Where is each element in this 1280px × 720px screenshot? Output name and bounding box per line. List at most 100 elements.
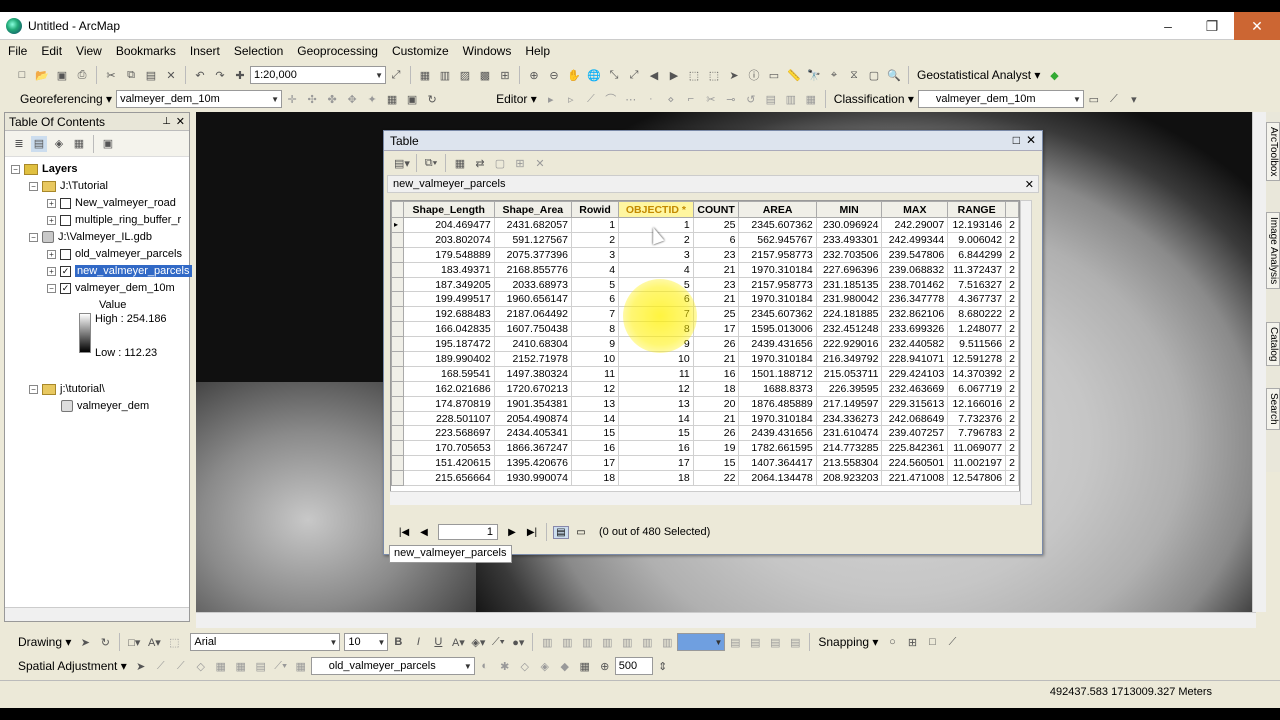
table-cell[interactable]: 4 [618, 261, 694, 278]
table-cell[interactable]: 11 [618, 365, 694, 382]
table-cell[interactable]: 231.610474 [815, 425, 883, 442]
table-cell[interactable]: 233.699326 [881, 321, 949, 338]
align-icon-3[interactable]: ▥ [579, 634, 595, 650]
table-cell[interactable]: 23 [692, 246, 740, 263]
magnifier-icon[interactable]: 🔍 [886, 67, 902, 83]
toc-options-icon[interactable]: ▣ [100, 136, 116, 152]
table-cell[interactable]: 179.548889 [402, 246, 495, 263]
cut-polygons-icon[interactable]: ✂ [703, 91, 719, 107]
table-cell[interactable]: 21 [692, 351, 740, 367]
restore-button[interactable]: ❐ [1190, 12, 1234, 40]
text-icon[interactable]: A▾ [146, 634, 162, 650]
catalog-icon[interactable]: ▥ [437, 67, 453, 83]
table-cell[interactable]: 232.451248 [815, 321, 883, 338]
collapse-icon[interactable]: − [29, 232, 38, 242]
column-header-area[interactable]: AREA [738, 201, 817, 218]
table-cell[interactable]: 12.591278 [947, 351, 1007, 367]
menu-insert[interactable]: Insert [190, 44, 220, 58]
font-color-icon[interactable]: A▾ [450, 634, 466, 650]
table-cell[interactable]: 7 [618, 306, 694, 323]
fill-color-icon[interactable]: ◈▾ [470, 634, 486, 650]
table-cell[interactable]: 229.424103 [881, 365, 949, 382]
table-cell[interactable]: 6.067719 [947, 380, 1007, 397]
table-cell[interactable]: 1 [570, 217, 620, 233]
table-row[interactable]: 195.187472 2410.68304 9 9 26 2439.431656 222.9… [391, 336, 1019, 353]
table-cell[interactable]: 12.193146 [947, 217, 1007, 233]
table-cell[interactable]: 2431.682057 [493, 217, 572, 233]
table-cell[interactable]: 2345.607362 [738, 217, 817, 233]
table-row[interactable]: 162.021686 1720.670213 12 12 18 1688.8373 226.… [391, 380, 1019, 397]
toc-layers-row[interactable]: − Layers [11, 161, 77, 177]
table-cell[interactable]: 228.501107 [402, 410, 495, 427]
georef-tool-icon-4[interactable]: ✥ [344, 91, 360, 107]
table-cell[interactable]: 162.021686 [402, 380, 495, 397]
map-scale-combo[interactable]: 1:20,000 ▼ [250, 66, 386, 84]
underline-icon[interactable]: U [430, 634, 446, 650]
tolerance-field[interactable]: 500 [614, 657, 653, 675]
menu-bookmarks[interactable]: Bookmarks [116, 44, 176, 58]
table-cell[interactable]: 16 [618, 440, 694, 457]
tolerance-spinner-icon[interactable]: ⇕ [655, 658, 671, 674]
identify-icon[interactable]: ⓘ [746, 67, 762, 83]
row-selector[interactable] [391, 440, 404, 457]
rotate-icon[interactable]: ↻ [424, 91, 440, 107]
minimize-button[interactable]: – [1146, 12, 1190, 40]
table-cell[interactable]: 1901.354381 [493, 395, 572, 412]
table-cell[interactable]: 2410.68304 [493, 336, 572, 353]
table-cell[interactable]: 3 [618, 246, 694, 263]
toc-tutorial-folder-row[interactable]: − J:\Tutorial [29, 178, 108, 194]
row-selector[interactable] [391, 276, 404, 293]
attribute-transfer-icon[interactable]: ▦ [293, 658, 309, 674]
table-cell[interactable]: 168.59541 [402, 365, 495, 382]
georef-tool-icon-5[interactable]: ✦ [364, 91, 380, 107]
table-cell[interactable]: 17 [570, 455, 620, 472]
toc-gdb-row[interactable]: − J:\Valmeyer_IL.gdb [29, 229, 152, 245]
edge-snapping-icon[interactable]: ⟋ [944, 634, 960, 650]
toc-ring-buffer-row[interactable]: + multiple_ring_buffer_r [47, 212, 181, 228]
table-row[interactable]: 166.042835 1607.750438 8 8 17 1595.013006 232.… [391, 321, 1019, 338]
related-tables-icon[interactable]: ⧉▾ [423, 155, 439, 171]
column-header-range[interactable]: RANGE [947, 201, 1007, 218]
new-icon[interactable]: □ [14, 67, 30, 83]
table-cell[interactable]: 1970.310184 [738, 291, 817, 308]
arctoolbox-tab[interactable]: ArcToolbox [1266, 122, 1280, 182]
table-cell[interactable]: 2157.958773 [738, 276, 817, 293]
table-cell[interactable]: 2345.607362 [738, 306, 817, 323]
split-icon[interactable]: ⊸ [723, 91, 739, 107]
table-cell[interactable]: 215.053711 [815, 365, 883, 382]
table-cell[interactable]: 1501.188712 [738, 365, 817, 382]
table-cell[interactable]: 20 [692, 395, 740, 412]
table-cell[interactable]: 15 [618, 425, 694, 442]
end-point-arc-icon[interactable]: ⌒ [603, 91, 619, 107]
add-data-icon[interactable]: ✚ [232, 67, 248, 83]
edit-annotation-icon[interactable]: ▹ [563, 91, 579, 107]
table-cell[interactable]: 2064.134478 [738, 470, 817, 487]
toc-new-road-row[interactable]: + New_valmeyer_road [47, 195, 176, 211]
add-control-points-icon[interactable]: ✛ [284, 91, 300, 107]
pin-icon[interactable]: ⊥ [162, 116, 171, 127]
table-cell[interactable]: 14.370392 [947, 365, 1007, 382]
row-selector[interactable] [391, 246, 404, 263]
table-cell[interactable]: 236.347778 [881, 291, 949, 308]
align-icon-2[interactable]: ▥ [559, 634, 575, 650]
row-selector[interactable] [391, 395, 404, 412]
menu-windows[interactable]: Windows [463, 44, 512, 58]
spatial-layer-combo[interactable]: old_valmeyer_parcels ▼ [310, 657, 475, 675]
table-cell[interactable]: 230.096924 [815, 217, 883, 233]
table-cell[interactable]: 233.493301 [815, 231, 883, 248]
classification-tool-icon-3[interactable]: ▾ [1126, 91, 1142, 107]
map-vertical-scrollbar[interactable] [1252, 112, 1266, 612]
column-header-objectid[interactable]: OBJECTID * [618, 201, 694, 218]
table-row[interactable]: 215.656664 1930.990074 18 18 22 2064.134478 20… [391, 470, 1019, 487]
align-icon-1[interactable]: ▥ [539, 634, 555, 650]
reshape-icon[interactable]: ⌐ [683, 91, 699, 107]
table-cell[interactable]: 242.499344 [881, 231, 949, 248]
limited-adjustment-icon[interactable]: ▦ [213, 658, 229, 674]
table-cell[interactable]: 199.499517 [402, 291, 495, 308]
edit-vertices-icon[interactable]: ⬚ [166, 634, 182, 650]
table-cell[interactable]: 170.705653 [402, 440, 495, 457]
table-cell[interactable]: 232.440582 [881, 336, 949, 353]
table-cell[interactable]: 2439.431656 [738, 425, 817, 442]
straight-segment-icon[interactable]: ⟋ [583, 91, 599, 107]
menu-selection[interactable]: Selection [234, 44, 283, 58]
